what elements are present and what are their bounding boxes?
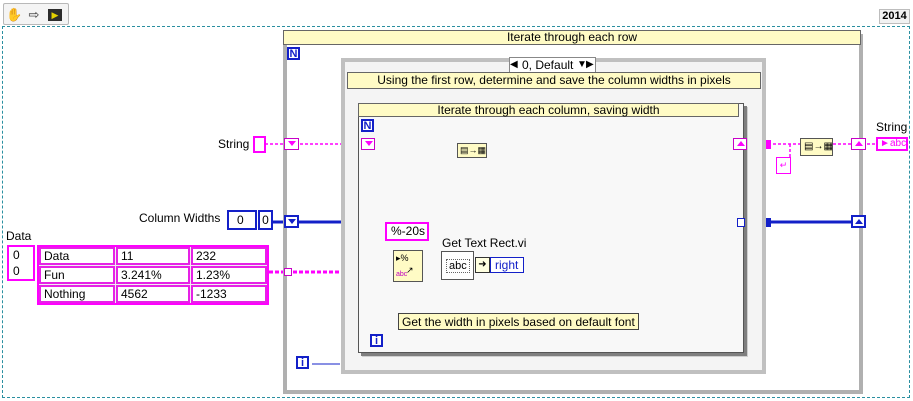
- inner-width-tunnel: [737, 218, 745, 227]
- format-into-string-node[interactable]: ▸% ↗ abc: [393, 250, 423, 282]
- format-icon: ▸%: [396, 253, 409, 263]
- get-text-rect-label: Get Text Rect.vi: [442, 236, 527, 250]
- table-cell[interactable]: -1233: [191, 285, 267, 303]
- table-cell[interactable]: Fun: [39, 266, 115, 284]
- string-label: String: [218, 137, 250, 151]
- outer-iteration: i: [296, 356, 309, 369]
- table-cell[interactable]: Nothing: [39, 285, 115, 303]
- string-tunnel-out: [851, 138, 866, 150]
- table-cell[interactable]: 11: [116, 247, 190, 265]
- table-cell[interactable]: 4562: [116, 285, 190, 303]
- data-tunnel-in: [284, 268, 292, 276]
- text-rect-icon: abc: [446, 259, 470, 273]
- cluster-arrow-icon: ➜: [475, 257, 490, 273]
- column-widths-value[interactable]: 0: [258, 210, 273, 230]
- string-output-indicator: ► abc: [876, 137, 908, 151]
- end-of-line-constant[interactable]: ↵: [776, 157, 791, 174]
- case-prev-icon[interactable]: ◀: [510, 58, 520, 72]
- get-text-rect-vi[interactable]: abc: [441, 251, 474, 280]
- concatenate-icon: ▤→▦: [460, 145, 487, 155]
- column-widths-label: Column Widths: [139, 211, 221, 225]
- outer-loop-count: N: [287, 47, 300, 60]
- outer-loop-title: Iterate through each row: [283, 30, 861, 45]
- case-selector[interactable]: ◀ 0, Default ▼ ▶: [509, 57, 596, 73]
- case-next-icon[interactable]: ▶: [586, 58, 594, 72]
- concatenate-strings-out-node[interactable]: ▤→▦: [800, 138, 833, 156]
- concatenate-strings-node[interactable]: ▤→▦: [457, 143, 487, 158]
- string-output-label: String: [876, 120, 908, 134]
- right-element: right: [490, 257, 524, 273]
- table-cell[interactable]: 3.241%: [116, 266, 190, 284]
- case-title: Using the first row, determine and save …: [347, 72, 761, 89]
- widths-tunnel-in: [284, 215, 299, 228]
- inner-string-tunnel-in: [361, 138, 375, 150]
- inner-loop-title: Iterate through each column, saving widt…: [358, 103, 739, 117]
- column-widths-index[interactable]: 0: [227, 210, 257, 230]
- table-cell[interactable]: Data: [39, 247, 115, 265]
- abc-icon: abc: [396, 271, 408, 278]
- inner-loop-count: N: [361, 119, 374, 132]
- string-control[interactable]: [253, 136, 266, 153]
- concatenate-icon: ▤→▦: [804, 141, 833, 152]
- table-cell[interactable]: 232: [191, 247, 267, 265]
- data-index-display[interactable]: 0 0: [7, 245, 35, 281]
- widths-tunnel-out: [851, 215, 866, 228]
- string-tunnel-in: [284, 138, 299, 150]
- format-string-constant[interactable]: %-20s: [385, 222, 429, 241]
- inner-string-tunnel-out: [733, 138, 747, 150]
- inner-loop-iteration: i: [370, 334, 383, 347]
- play-icon: ►: [880, 138, 890, 149]
- comment-label: Get the width in pixels based on default…: [398, 313, 639, 330]
- table-cell[interactable]: 1.23%: [191, 266, 267, 284]
- data-label: Data: [6, 229, 32, 243]
